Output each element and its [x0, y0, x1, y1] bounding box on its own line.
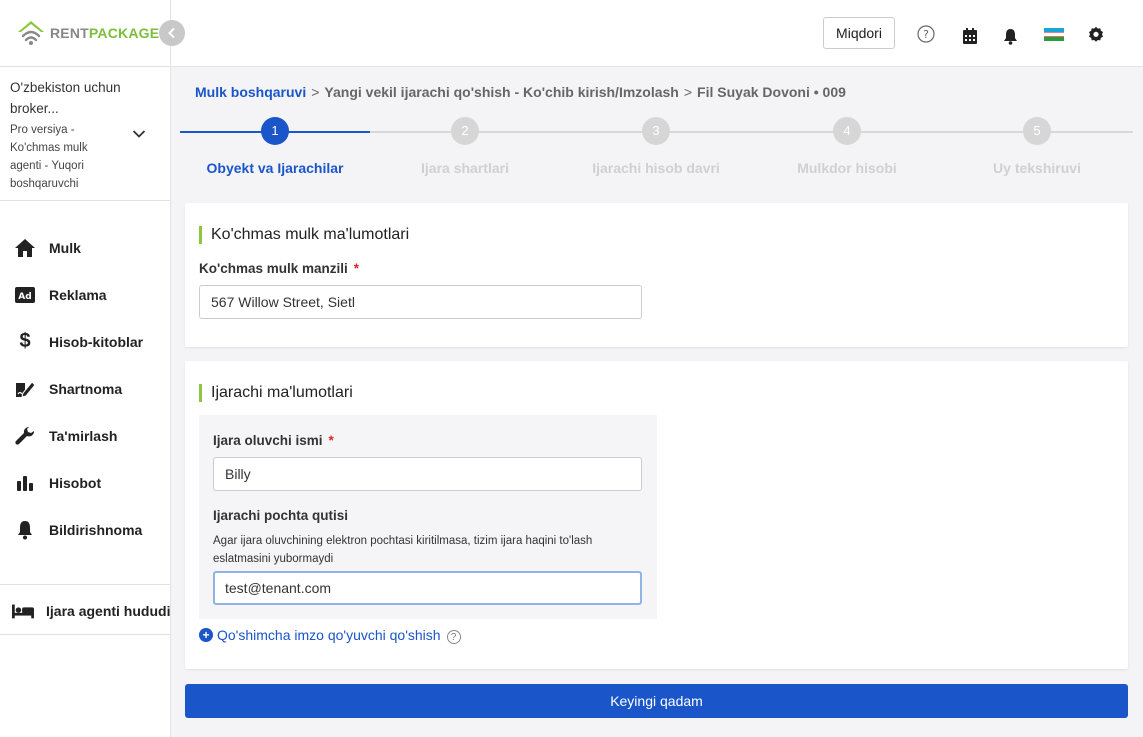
step-label: Obyekt va Ijarachilar: [206, 160, 344, 176]
breadcrumb-separator: >: [683, 84, 693, 100]
breadcrumb-page: Yangi vekil ijarachi qo'shish - Ko'chib …: [324, 84, 679, 100]
divider: [0, 634, 170, 635]
top-header: Miqdori ?: [171, 0, 1143, 67]
bar-chart-icon: [14, 472, 36, 494]
address-input[interactable]: [199, 285, 642, 319]
step-3[interactable]: 3 Ijarachi hisob davri: [561, 117, 751, 176]
collapse-sidebar-button[interactable]: [159, 20, 185, 46]
tenant-email-hint: Agar ijara oluvchining elektron pochtasi…: [213, 535, 593, 565]
step-label: Uy tekshiruvi: [993, 160, 1081, 176]
contract-icon: [14, 378, 36, 400]
rentpackage-logo[interactable]: RENTPACKAGE: [16, 18, 159, 48]
gear-icon[interactable]: [1086, 24, 1106, 44]
step-4[interactable]: 4 Mulkdor hisobi: [752, 117, 942, 176]
tenant-name-label: Ijara oluvchi ismi *: [213, 433, 334, 448]
organization-name: O'zbekiston uchun broker...: [10, 80, 121, 116]
nav-item-hisob-kitoblar[interactable]: $ Hisob-kitoblar: [0, 318, 170, 365]
card-title: Ijarachi ma'lumotlari: [199, 384, 353, 402]
tenant-email-input[interactable]: [213, 571, 642, 605]
step-label: Ijarachi hisob davri: [592, 160, 720, 176]
breadcrumb: Mulk boshqaruvi > Yangi vekil ijarachi qo'…: [195, 84, 846, 100]
divider: [0, 66, 170, 67]
step-number: 1: [261, 117, 289, 145]
nav-label: Hisob-kitoblar: [49, 333, 144, 350]
chevron-left-icon: [168, 27, 175, 39]
wifi-house-logo-icon: [18, 21, 44, 45]
help-icon[interactable]: ?: [916, 24, 936, 44]
home-icon: [14, 237, 36, 259]
step-5[interactable]: 5 Uy tekshiruvi: [942, 117, 1132, 176]
sidebar: RENTPACKAGE O'zbekiston uchun broker... …: [0, 0, 171, 737]
step-number: 5: [1023, 117, 1051, 145]
logo-text: RENTPACKAGE: [50, 25, 160, 41]
nav-label: Ta'mirlash: [49, 427, 118, 444]
nav-label: Bildirishnoma: [49, 521, 143, 538]
nav-item-reklama[interactable]: Ad Reklama: [0, 271, 170, 318]
divider: [0, 200, 170, 201]
wizard-stepper: 1 Obyekt va Ijarachilar 2 Ijara shartlar…: [180, 117, 1133, 177]
step-number: 4: [833, 117, 861, 145]
dollar-icon: $: [19, 330, 31, 352]
chevron-down-icon[interactable]: [132, 126, 148, 138]
breadcrumb-separator: >: [311, 84, 320, 100]
nav-item-agent-zone[interactable]: Ijara agenti hududi: [0, 588, 170, 634]
add-cosigner-link[interactable]: + Qo'shimcha imzo qo'yuvchi qo'shish ?: [199, 626, 461, 644]
svg-text:Ad: Ad: [18, 292, 31, 302]
miqdori-button[interactable]: Miqdori: [823, 17, 895, 49]
breadcrumb-root-link[interactable]: Mulk boshqaruvi: [195, 84, 306, 100]
tenant-info-card: Ijarachi ma'lumotlari Ijara oluvchi ismi…: [185, 361, 1128, 669]
step-label: Ijara shartlari: [421, 160, 509, 176]
nav-item-shartnoma[interactable]: Shartnoma: [0, 365, 170, 412]
step-number: 2: [451, 117, 479, 145]
nav-label: Reklama: [49, 286, 107, 303]
nav-label: Shartnoma: [49, 380, 123, 397]
next-step-button[interactable]: Keyingi qadam: [185, 684, 1128, 718]
wrench-icon: [14, 425, 36, 447]
nav-item-bildirishnoma[interactable]: Bildirishnoma: [0, 506, 170, 553]
property-info-card: Ko'chmas mulk ma'lumotlari Ko'chmas mulk…: [185, 203, 1128, 347]
card-title: Ko'chmas mulk ma'lumotlari: [199, 226, 409, 244]
nav-label: Mulk: [49, 239, 81, 256]
uzbekistan-flag-icon[interactable]: [1043, 27, 1065, 41]
nav-item-tamirlash[interactable]: Ta'mirlash: [0, 412, 170, 459]
step-label: Mulkdor hisobi: [797, 160, 897, 176]
tenant-email-label: Ijarachi pochta qutisi: [213, 508, 349, 523]
tenant-name-input[interactable]: [213, 457, 642, 491]
step-number: 3: [642, 117, 670, 145]
required-mark: *: [353, 261, 360, 276]
bed-icon: [12, 600, 34, 622]
main-nav: Mulk Ad Reklama $ Hisob-kitoblar Shartno…: [0, 224, 170, 553]
nav-label: Hisobot: [49, 474, 102, 491]
ad-icon: Ad: [14, 284, 36, 306]
step-1[interactable]: 1 Obyekt va Ijarachilar: [180, 117, 370, 176]
add-cosigner-label: Qo'shimcha imzo qo'yuvchi qo'shish: [217, 627, 441, 643]
address-label: Ko'chmas mulk manzili *: [199, 261, 360, 276]
help-icon[interactable]: ?: [446, 630, 461, 644]
divider: [0, 584, 170, 585]
required-mark: *: [328, 433, 334, 448]
plus-circle-icon: +: [199, 628, 213, 642]
tenant-fields-box: Ijara oluvchi ismi* Ijarachi pochta quti…: [199, 415, 657, 619]
nav-item-mulk[interactable]: Mulk: [0, 224, 170, 271]
bell-icon: [14, 519, 36, 541]
svg-text:?: ?: [923, 28, 929, 41]
nav-item-hisobot[interactable]: Hisobot: [0, 459, 170, 506]
step-2[interactable]: 2 Ijara shartlari: [370, 117, 560, 176]
nav-label: Ijara agenti hududi: [46, 603, 171, 619]
calendar-icon[interactable]: [960, 26, 980, 46]
breadcrumb-item: Fil Suyak Dovoni • 009: [697, 84, 846, 100]
notification-bell-icon[interactable]: [1000, 26, 1020, 46]
organization-role: Pro versiya - Ko'chmas mulk agenti - Yuq…: [10, 124, 88, 190]
